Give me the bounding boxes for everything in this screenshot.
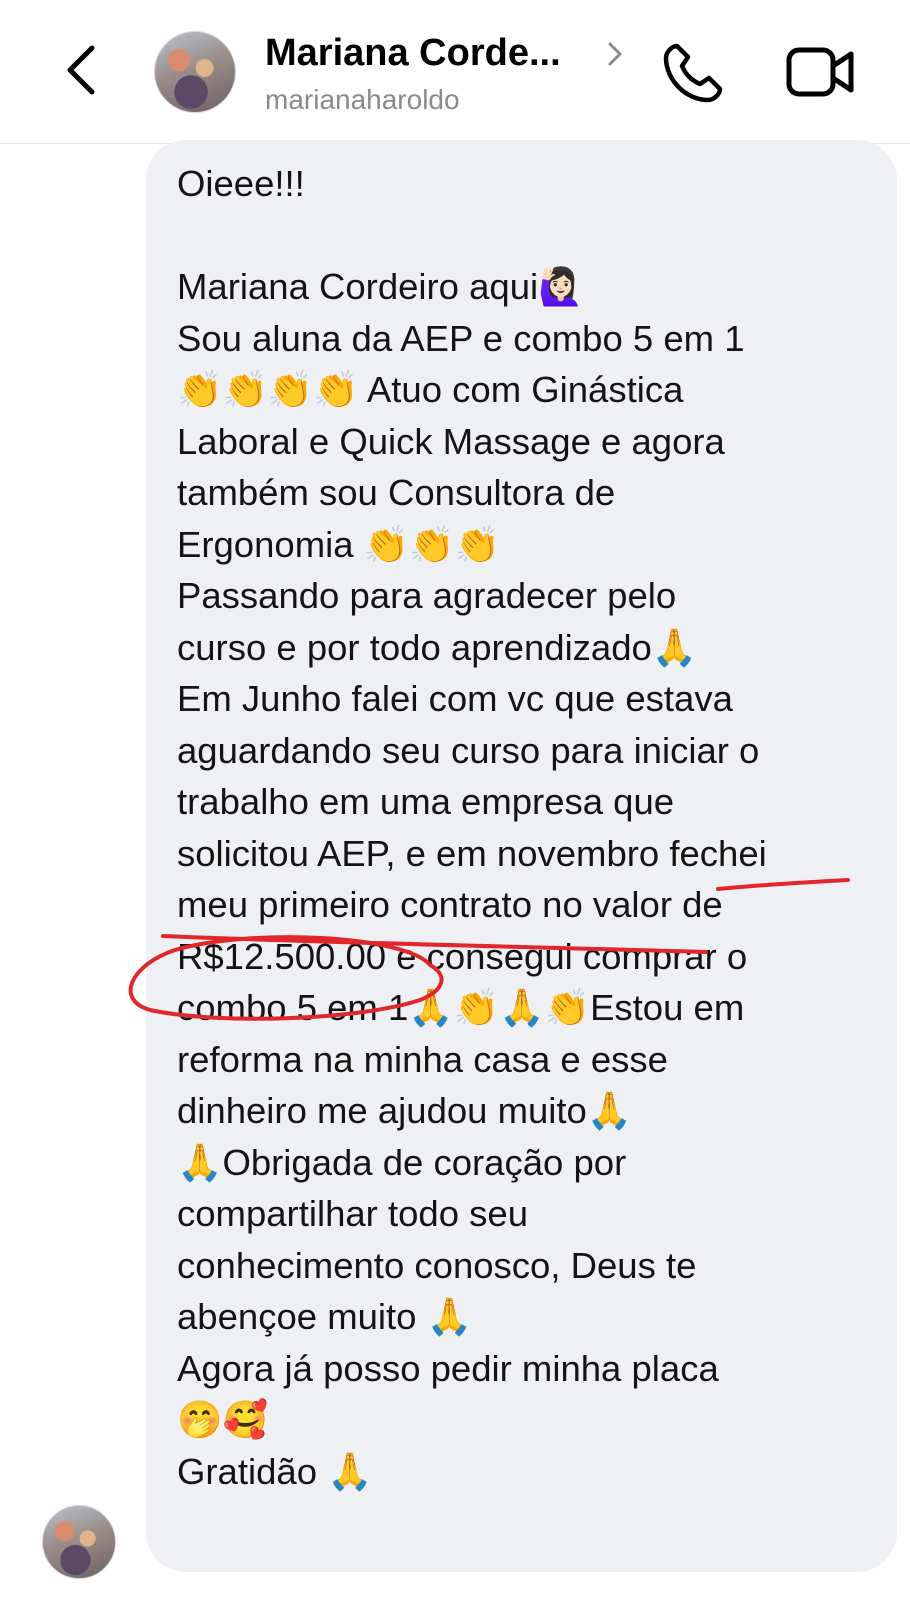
message-line: Laboral e Quick Massage e agora [177,420,725,462]
message-line: aguardando seu curso para iniciar o [177,729,760,771]
message-line: Sou aluna da AEP e combo 5 em 1 [177,317,745,359]
message-line: Agora já posso pedir minha placa [177,1347,719,1389]
message-line: Ergonomia 👏👏👏 [177,523,500,565]
sender-avatar[interactable] [42,1505,116,1579]
message-text: Oieee!!! Mariana Cordeiro aqui🙋🏻‍♀️ Sou … [177,158,877,1497]
chevron-right-icon[interactable] [606,40,624,68]
message-line: Gratidão 🙏 [177,1450,373,1492]
message-line: 👏👏👏👏 Atuo com Ginástica [177,369,684,410]
message-line: combo 5 em 1🙏👏🙏👏Estou em [177,987,745,1028]
contact-name[interactable]: Mariana Corde... [265,32,561,75]
message-line: Em Junho falei com vc que estava [177,678,733,719]
message-line: trabalho em uma empresa que [177,781,675,822]
message-line: curso e por todo aprendizado🙏 [177,626,698,668]
message-line: dinheiro me ajudou muito🙏 [177,1090,633,1131]
message-line: também sou Consultora de [177,472,616,513]
message-line: abençoe muito 🙏 [177,1296,473,1337]
message-line: Passando para agradecer pelo [177,575,677,616]
message-line: compartilhar todo seu [177,1193,528,1234]
chevron-left-icon[interactable] [58,40,108,100]
video-camera-icon[interactable] [785,44,855,100]
message-line: solicitou AEP, e em novembro fechei [177,832,767,874]
contact-avatar[interactable] [154,31,236,113]
chat-header: Mariana Corde... marianaharoldo [0,0,910,144]
message-line: conhecimento conosco, Deus te [177,1244,697,1286]
phone-icon[interactable] [660,40,726,106]
message-line: R$12.500.00 e consegui comprar o [177,935,748,977]
message-line: Mariana Cordeiro aqui🙋🏻‍♀️ [177,266,584,307]
message-line: Oieee!!! [177,163,305,204]
message-line: 🤭🥰 [177,1399,268,1440]
message-line [177,210,877,262]
message-line: reforma na minha casa e esse [177,1038,668,1080]
message-line: 🙏Obrigada de coração por [177,1141,627,1183]
contact-username[interactable]: marianaharoldo [265,84,460,116]
message-line: meu primeiro contrato no valor de [177,884,723,925]
